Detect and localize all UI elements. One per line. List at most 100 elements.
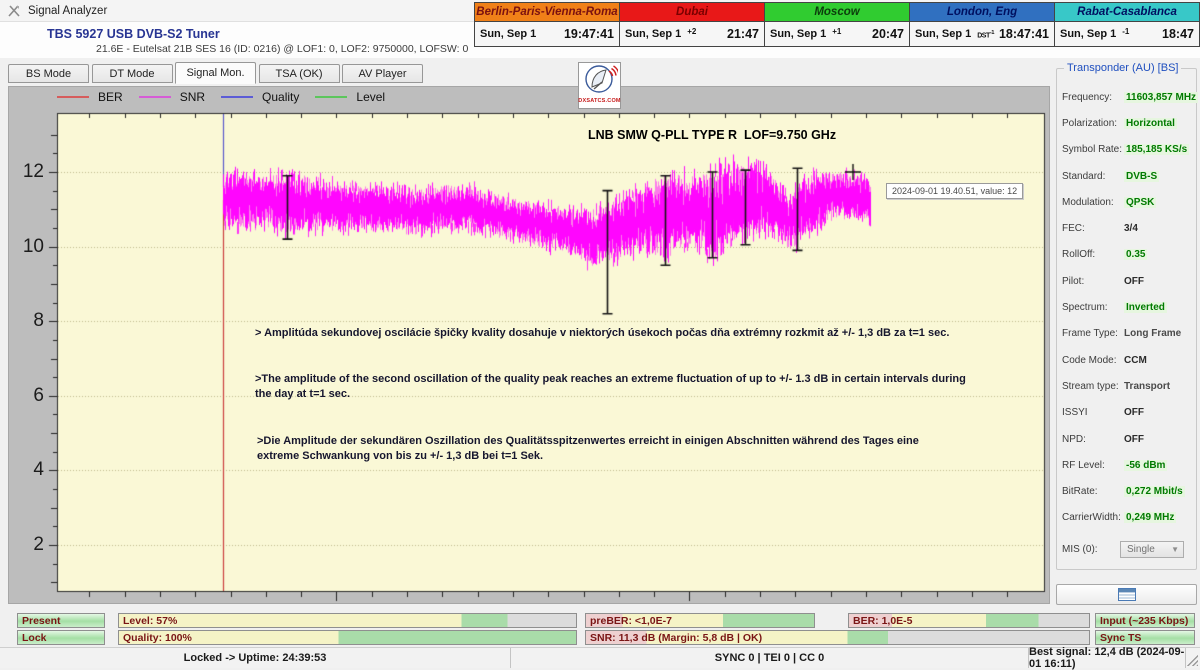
transponder-row: FEC: 3/4	[1062, 215, 1192, 241]
meter-label: Sync TS	[1096, 632, 1141, 644]
param-label: Code Mode:	[1062, 355, 1124, 366]
transponder-row: Pilot: OFF	[1062, 268, 1192, 294]
legend-ber: BER	[57, 90, 123, 104]
clock-date: Sun, Sep 1	[625, 28, 681, 40]
param-label: Spectrum:	[1062, 302, 1124, 313]
clock-london-eng: London, EngSun, Sep 1DST-1 18:47:41	[910, 3, 1055, 46]
tab-dt-mode[interactable]: DT Mode	[92, 64, 173, 83]
clock-berlin-paris-vienna-roma: Berlin-Paris-Vienna-RomaSun, Sep 1 19:47…	[475, 3, 620, 46]
transponder-row: RF Level: -56 dBm	[1062, 452, 1192, 478]
transponder-row: NPD: OFF	[1062, 426, 1192, 452]
param-label: Frame Type:	[1062, 328, 1124, 339]
param-label: ISSYI	[1062, 407, 1124, 418]
clock-dubai: Dubai Sun, Sep 1 +2 21:47	[620, 3, 765, 46]
clock-city: Dubai	[620, 3, 764, 22]
clock-city: London, Eng	[910, 3, 1054, 22]
utc-offset: +2	[687, 27, 696, 36]
y-tick-label: 12	[12, 161, 44, 183]
dxsatcs-logo: DXSATCS.COM	[578, 62, 621, 109]
clock-time: 21:47	[727, 27, 759, 41]
ts-tool-button[interactable]	[1056, 584, 1197, 605]
param-value: 0.35	[1124, 249, 1147, 260]
tab-av-player[interactable]: AV Player	[342, 64, 423, 83]
clock-time: 20:47	[872, 27, 904, 41]
param-value: Inverted	[1124, 302, 1167, 313]
legend-label: BER	[98, 90, 123, 104]
meter-level: Level: 57%	[118, 613, 577, 628]
transponder-row: Standard: DVB-S	[1062, 163, 1192, 189]
transponder-row: Code Mode: CCM	[1062, 347, 1192, 373]
legend-swatch	[139, 96, 171, 98]
param-value: DVB-S	[1124, 171, 1159, 182]
param-value: Transport	[1124, 381, 1170, 392]
logo-text: DXSATCS.COM	[578, 98, 620, 104]
clock-time-row: Sun, Sep 1DST-1 18:47:41	[910, 22, 1054, 46]
param-value: OFF	[1124, 407, 1144, 418]
clock-time-row: Sun, Sep 1 19:47:41	[475, 22, 619, 46]
meter-snr: SNR: 11,3 dB (Margin: 5,8 dB | OK)	[585, 630, 1090, 645]
window-title: Signal Analyzer	[28, 5, 107, 17]
param-value: Horizontal	[1124, 118, 1177, 129]
clock-time-row: Sun, Sep 1 -1 18:47	[1055, 22, 1199, 46]
tab-signal-mon[interactable]: Signal Mon.	[175, 62, 256, 84]
tab-tsa-ok[interactable]: TSA (OK)	[259, 64, 340, 83]
clock-date: Sun, Sep 1	[915, 28, 971, 40]
param-value: 0,249 MHz	[1124, 512, 1176, 523]
status-bar: Locked -> Uptime: 24:39:53 SYNC 0 | TEI …	[0, 647, 1200, 668]
annotation-en: >The amplitude of the second oscillation…	[255, 372, 970, 403]
clock-date: Sun, Sep 1	[1060, 28, 1116, 40]
chart-legend: BER SNR Quality Level	[57, 89, 401, 105]
mis-value: Single	[1127, 544, 1155, 555]
meter-lock: Lock	[17, 630, 105, 645]
meter-label: SNR: 11,3 dB (Margin: 5,8 dB | OK)	[586, 632, 762, 644]
legend-quality: Quality	[221, 90, 299, 104]
y-tick-label: 8	[12, 310, 44, 332]
param-value: OFF	[1124, 434, 1144, 445]
status-best-signal: Best signal: 12,4 dB (2024-09-01 16:11)	[1028, 648, 1185, 668]
meter-label: Level: 57%	[119, 615, 177, 627]
meter-label: Lock	[18, 632, 47, 644]
table-icon	[1118, 588, 1136, 601]
clock-time: 19:47:41	[564, 27, 614, 41]
clock-time: 18:47	[1162, 27, 1194, 41]
transponder-row: RollOff: 0.35	[1062, 242, 1192, 268]
legend-label: Level	[356, 90, 385, 104]
dst-marker: DST-1	[977, 30, 994, 39]
utc-offset: -1	[1122, 27, 1129, 36]
param-label: RollOff:	[1062, 249, 1124, 260]
snr-trend-chart[interactable]	[40, 105, 1070, 602]
clock-rabat-casablanca: Rabat-CasablancaSun, Sep 1-1 18:47	[1055, 3, 1199, 46]
y-tick-label: 2	[12, 534, 44, 556]
transponder-row: Polarization: Horizontal	[1062, 110, 1192, 136]
param-value: 11603,857 MHz	[1124, 92, 1198, 103]
param-value: QPSK	[1124, 197, 1156, 208]
meter-ber: BER: 1,0E-5	[848, 613, 1090, 628]
param-label: Symbol Rate:	[1062, 144, 1124, 155]
transponder-row: BitRate: 0,272 Mbit/s	[1062, 478, 1192, 504]
transponder-title: Transponder (AU) [BS]	[1064, 62, 1181, 74]
param-label: Standard:	[1062, 171, 1124, 182]
param-value: 3/4	[1124, 223, 1138, 234]
y-tick-label: 4	[12, 459, 44, 481]
param-value: -56 dBm	[1124, 460, 1167, 471]
tuner-details: 21.6E - Eutelsat 21B SES 16 (ID: 0216) @…	[96, 43, 468, 55]
legend-label: Quality	[262, 90, 299, 104]
transponder-row: Spectrum: Inverted	[1062, 294, 1192, 320]
tab-bar: BS ModeDT ModeSignal Mon.TSA (OK)AV Play…	[0, 58, 1052, 86]
meter-label: BER: 1,0E-5	[849, 615, 913, 627]
transponder-row: ISSYI OFF	[1062, 400, 1192, 426]
param-value: CCM	[1124, 355, 1147, 366]
param-label: Polarization:	[1062, 118, 1124, 129]
meter-label: preBER: <1,0E-7	[586, 615, 672, 627]
y-tick-label: 10	[12, 236, 44, 258]
chevron-down-icon: ▼	[1171, 545, 1179, 554]
resize-grip-icon[interactable]	[1187, 655, 1198, 666]
tab-bs-mode[interactable]: BS Mode	[8, 64, 89, 83]
legend-swatch	[57, 96, 89, 98]
param-label: Stream type:	[1062, 381, 1124, 392]
status-sync-counters: SYNC 0 | TEI 0 | CC 0	[510, 648, 1028, 668]
mis-select[interactable]: Single ▼	[1120, 541, 1184, 558]
param-label: RF Level:	[1062, 460, 1124, 471]
legend-swatch	[315, 96, 347, 98]
param-label: Pilot:	[1062, 276, 1124, 287]
